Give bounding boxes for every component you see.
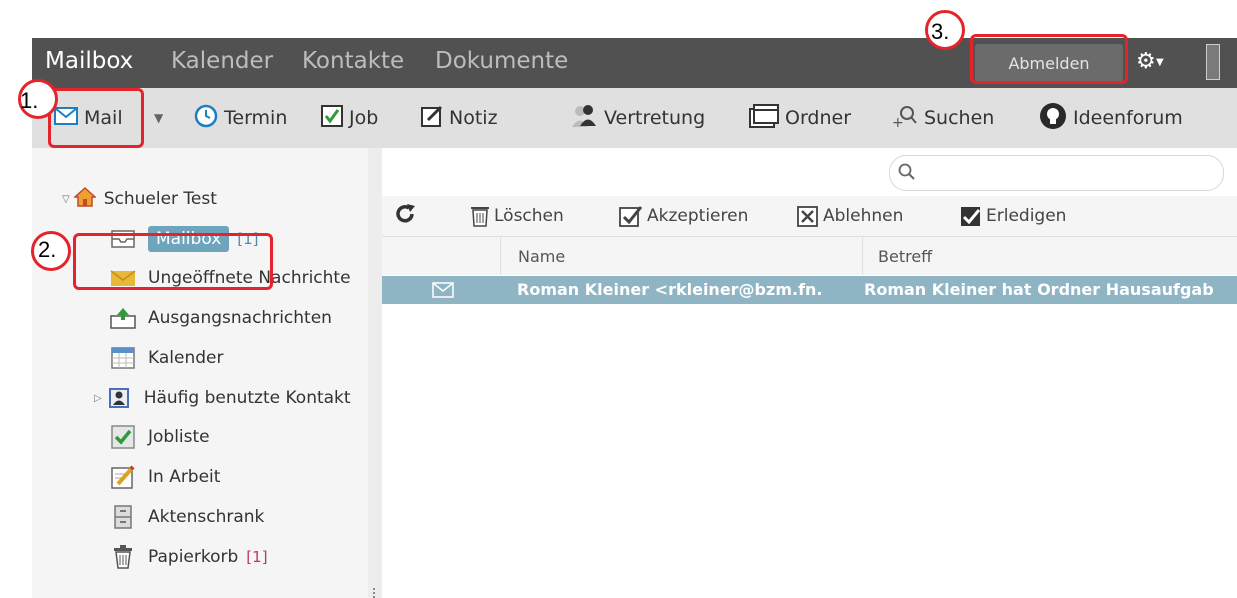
folder-item-label: Ausgangsnachrichten xyxy=(148,308,332,328)
tab-kalender[interactable]: Kalender xyxy=(171,48,273,74)
checkbox-icon xyxy=(321,104,343,132)
tab-dokumente[interactable]: Dokumente xyxy=(435,48,568,74)
search-icon: + xyxy=(892,104,918,133)
toolbar: Mail ▼ Termin Job Notiz Vertretung Ordne… xyxy=(32,88,1237,148)
cabinet-icon xyxy=(110,505,136,529)
settings-menu[interactable]: ⚙ ▼ xyxy=(1136,49,1168,77)
table-row[interactable]: Roman Kleiner <rkleiner@bzm.fn. Roman Kl… xyxy=(382,276,1237,304)
app-window: Mailbox Kalender Kontakte Dokumente Abme… xyxy=(32,38,1237,598)
person-icon xyxy=(570,104,598,133)
gear-icon: ⚙ xyxy=(1136,49,1156,74)
accept-button[interactable]: Akzeptieren xyxy=(619,204,748,228)
list-actions-bar: Löschen Akzeptieren Ablehnen Erledigen xyxy=(382,196,1237,236)
search-label: Suchen xyxy=(924,107,995,129)
clock-icon xyxy=(194,104,218,133)
new-folder-button[interactable]: Ordner xyxy=(749,103,852,133)
checkbox-icon xyxy=(619,205,643,227)
highlight-logout-button xyxy=(970,34,1128,84)
folder-item-label: Kalender xyxy=(148,348,224,368)
expand-arrow-icon[interactable]: ▽ xyxy=(62,194,70,205)
new-note-button[interactable]: Notiz xyxy=(421,104,498,132)
outbox-icon xyxy=(110,306,136,330)
new-note-label: Notiz xyxy=(449,107,498,129)
ideas-forum-button[interactable]: Ideenforum xyxy=(1039,102,1183,135)
envelope-icon xyxy=(432,282,454,302)
new-job-button[interactable]: Job xyxy=(321,104,378,132)
column-divider xyxy=(862,237,863,275)
new-folder-label: Ordner xyxy=(785,107,852,129)
complete-button[interactable]: Erledigen xyxy=(960,204,1066,228)
tab-kontakte[interactable]: Kontakte xyxy=(302,48,404,74)
tab-mailbox[interactable]: Mailbox xyxy=(45,48,133,74)
folder-item-calendar[interactable]: Kalender xyxy=(110,343,223,373)
folder-item-contacts[interactable]: ▷ Häufig benutzte Kontakt xyxy=(94,383,351,413)
folder-item-label: Häufig benutzte Kontakt xyxy=(143,388,351,408)
annotation-number-1: 1. xyxy=(20,88,39,113)
message-list-pane: Löschen Akzeptieren Ablehnen Erledigen N… xyxy=(382,148,1237,598)
splitter-grip-icon xyxy=(373,588,378,598)
refresh-button[interactable] xyxy=(394,203,416,230)
reject-label: Ablehnen xyxy=(823,206,904,226)
folder-root-label: Schueler Test xyxy=(103,189,217,209)
contacts-icon xyxy=(106,386,132,410)
trash-icon xyxy=(110,545,136,569)
new-mail-dropdown[interactable]: ▼ xyxy=(154,104,163,132)
ideas-forum-label: Ideenforum xyxy=(1073,107,1183,129)
folder-icon xyxy=(749,103,779,133)
item-count: [1] xyxy=(246,548,268,566)
refresh-icon xyxy=(394,203,416,230)
side-panel-toggle[interactable] xyxy=(1206,44,1220,80)
search-field[interactable] xyxy=(889,155,1224,191)
new-appointment-button[interactable]: Termin xyxy=(194,104,287,132)
reject-button[interactable]: Ablehnen xyxy=(797,204,903,228)
checkbox-icon xyxy=(960,205,982,227)
home-icon xyxy=(72,186,97,213)
svg-text:+: + xyxy=(892,115,904,128)
annotation-number-2: 2. xyxy=(38,237,57,262)
complete-label: Erledigen xyxy=(986,206,1067,226)
folder-item-joblist[interactable]: Jobliste xyxy=(110,422,210,452)
new-job-label: Job xyxy=(349,107,379,129)
chevron-down-icon: ▼ xyxy=(1156,57,1164,68)
folder-item-trash[interactable]: Papierkorb [1] xyxy=(110,542,268,572)
substitution-label: Vertretung xyxy=(604,107,706,129)
folder-root[interactable]: ▽ Schueler Test xyxy=(62,184,217,214)
search-button[interactable]: + Suchen xyxy=(892,104,994,132)
checklist-icon xyxy=(110,425,136,449)
row-sender: Roman Kleiner <rkleiner@bzm.fn. xyxy=(517,280,823,299)
folder-item-label: Jobliste xyxy=(148,427,210,447)
chevron-down-icon: ▼ xyxy=(154,111,164,125)
search-icon xyxy=(898,163,916,185)
edit-icon xyxy=(110,465,136,489)
substitution-button[interactable]: Vertretung xyxy=(570,104,705,132)
folder-item-label: In Arbeit xyxy=(148,467,221,487)
trash-icon xyxy=(470,205,490,227)
column-header-subject[interactable]: Betreff xyxy=(878,247,932,266)
delete-label: Löschen xyxy=(494,206,564,226)
note-icon xyxy=(421,105,443,132)
calendar-icon xyxy=(110,346,136,370)
accept-label: Akzeptieren xyxy=(647,206,749,226)
folder-item-in-progress[interactable]: In Arbeit xyxy=(110,462,220,492)
highlight-mailbox-folder xyxy=(73,233,273,290)
x-box-icon xyxy=(797,205,819,227)
folder-item-outbox[interactable]: Ausgangsnachrichten xyxy=(110,303,332,333)
annotation-number-3: 3. xyxy=(931,19,950,44)
expand-arrow-icon[interactable]: ▷ xyxy=(94,393,102,404)
new-appointment-label: Termin xyxy=(224,107,288,129)
folder-tree: ▽ Schueler Test Mailbox [1] Ungeöffnete … xyxy=(32,148,369,598)
pane-splitter[interactable] xyxy=(368,148,382,598)
folder-item-label: Papierkorb xyxy=(148,547,239,567)
row-subject: Roman Kleiner hat Ordner Hausaufgab xyxy=(864,280,1214,299)
column-header-name[interactable]: Name xyxy=(518,247,565,266)
folder-item-cabinet[interactable]: Aktenschrank xyxy=(110,502,264,532)
column-divider xyxy=(500,237,501,275)
folder-item-label: Aktenschrank xyxy=(148,507,265,527)
delete-button[interactable]: Löschen xyxy=(470,204,564,228)
highlight-mail-button xyxy=(48,88,144,148)
lightbulb-icon xyxy=(1039,102,1067,135)
list-column-headers: Name Betreff xyxy=(382,236,1237,275)
